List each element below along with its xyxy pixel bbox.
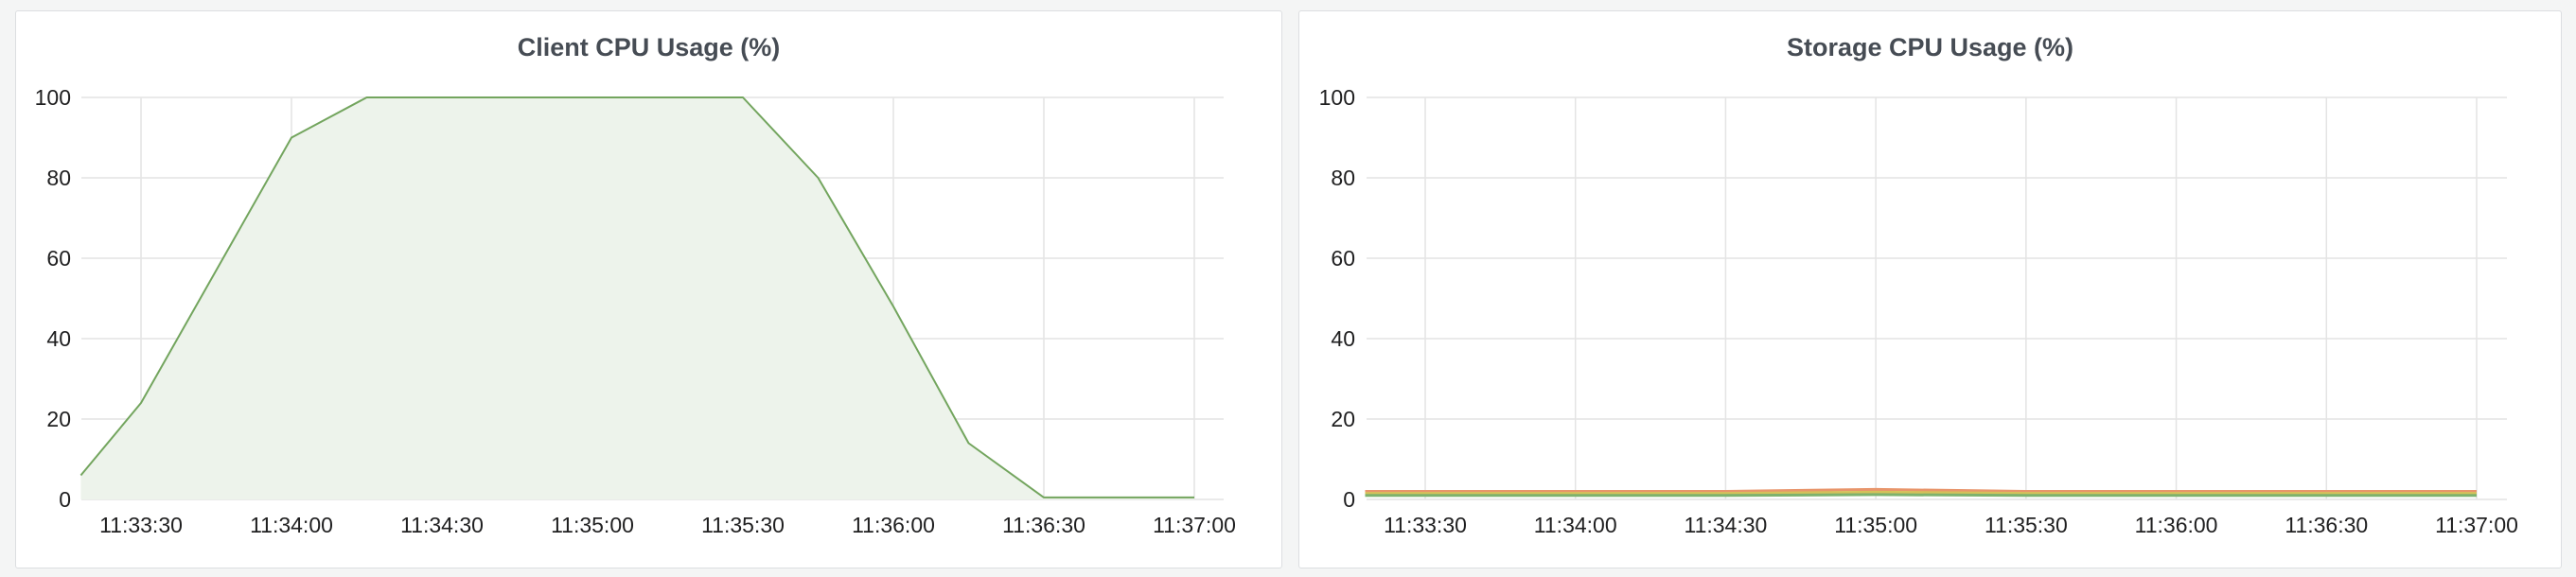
- client-cpu-chart: 0 20 40 60 80 100 11:33:30 11:34:00 11:34:30 11:3…: [35, 85, 1236, 537]
- y-tick-label: 0: [59, 487, 71, 512]
- x-tick-label: 11:33:30: [99, 513, 183, 537]
- series-area-fill: [80, 97, 1194, 499]
- client-cpu-panel: Client CPU Usage (%) 0 20 40 60 80 100 11:33:3…: [15, 10, 1282, 568]
- y-tick-label: 100: [1319, 85, 1355, 110]
- storage-cpu-panel: Storage CPU Usage (%) 0 20 40 60 80 100 11:33:…: [1298, 10, 2562, 568]
- x-tick-label: 11:36:00: [852, 513, 935, 537]
- y-tick-label: 60: [46, 246, 71, 271]
- y-tick-label: 20: [46, 407, 71, 431]
- x-tick-label: 11:35:30: [701, 513, 785, 537]
- x-tick-label: 11:35:30: [1985, 513, 2068, 537]
- y-tick-label: 40: [46, 326, 71, 351]
- y-tick-label: 40: [1331, 326, 1355, 351]
- x-tick-label: 11:36:00: [2135, 513, 2218, 537]
- y-tick-label: 60: [1331, 246, 1355, 271]
- y-tick-label: 100: [35, 85, 71, 110]
- series-line: [1365, 490, 2477, 496]
- series-line: [1365, 493, 2477, 498]
- x-tick-label: 11:36:30: [2285, 513, 2368, 537]
- x-tick-label: 11:35:00: [551, 513, 634, 537]
- x-tick-label: 11:36:30: [1002, 513, 1085, 537]
- y-tick-label: 20: [1331, 407, 1355, 431]
- x-tick-label: 11:37:00: [2435, 513, 2518, 537]
- x-tick-label: 11:34:30: [400, 513, 484, 537]
- x-tick-label: 11:34:30: [1685, 513, 1768, 537]
- x-tick-label: 11:35:00: [1834, 513, 1917, 537]
- x-tick-label: 11:37:00: [1153, 513, 1236, 537]
- storage-cpu-chart: 0 20 40 60 80 100 11:33:30 11:34:00 11:34:30 11:3…: [1319, 85, 2518, 537]
- x-tick-label: 11:33:30: [1384, 513, 1467, 537]
- x-tick-label: 11:34:00: [250, 513, 333, 537]
- y-tick-label: 80: [46, 166, 71, 190]
- series-line: [1365, 487, 2477, 493]
- y-tick-label: 0: [1343, 487, 1355, 512]
- y-tick-label: 80: [1331, 166, 1355, 190]
- x-tick-label: 11:34:00: [1534, 513, 1617, 537]
